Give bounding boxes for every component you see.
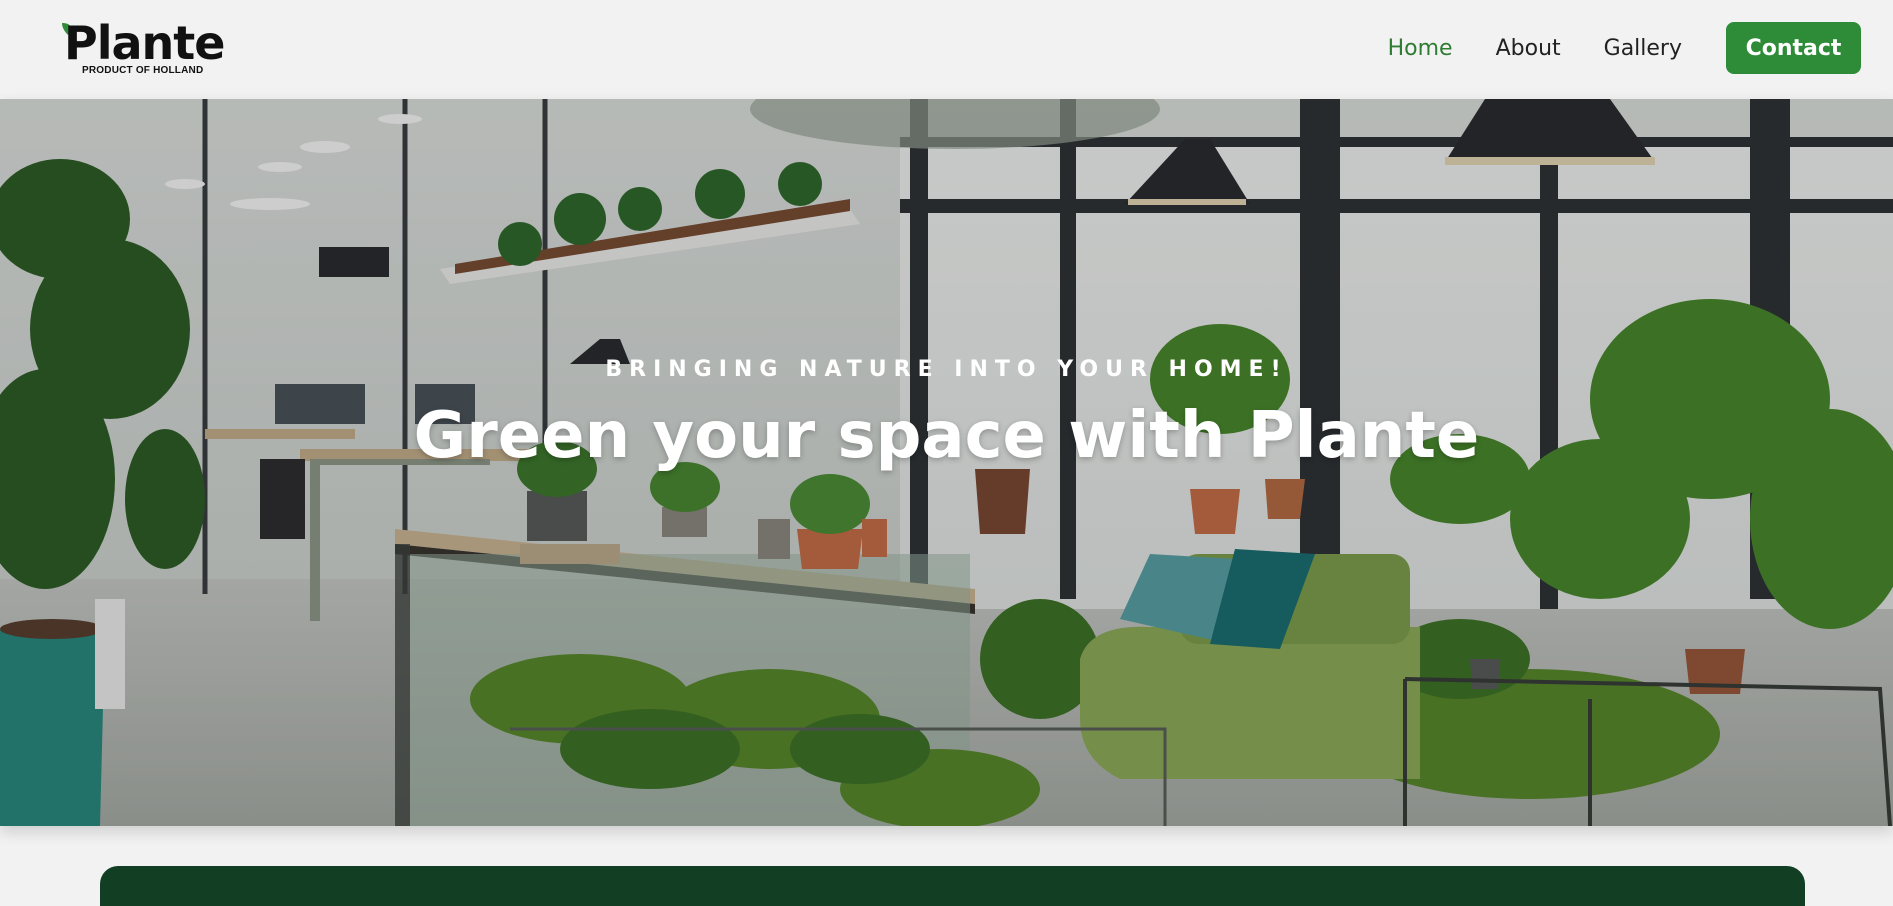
hero-tagline: BRINGING NATURE INTO YOUR HOME! bbox=[605, 357, 1288, 382]
nav-gallery-link[interactable]: Gallery bbox=[1604, 36, 1682, 61]
hero-title: Green your space with Plante bbox=[413, 399, 1480, 473]
main-nav: Home About Gallery Contact bbox=[1345, 22, 1861, 74]
brand-name: Plante bbox=[64, 16, 225, 70]
hero-section: BRINGING NATURE INTO YOUR HOME! Green yo… bbox=[0, 99, 1893, 826]
nav-home-link[interactable]: Home bbox=[1388, 36, 1453, 61]
site-header: Plante PRODUCT OF HOLLAND Home About Gal… bbox=[0, 0, 1893, 99]
brand-logo[interactable]: Plante PRODUCT OF HOLLAND bbox=[60, 20, 260, 80]
nav-about-link[interactable]: About bbox=[1496, 36, 1561, 61]
contact-button[interactable]: Contact bbox=[1726, 22, 1861, 74]
feature-panel bbox=[100, 866, 1805, 906]
brand-tagline: PRODUCT OF HOLLAND bbox=[82, 65, 204, 76]
